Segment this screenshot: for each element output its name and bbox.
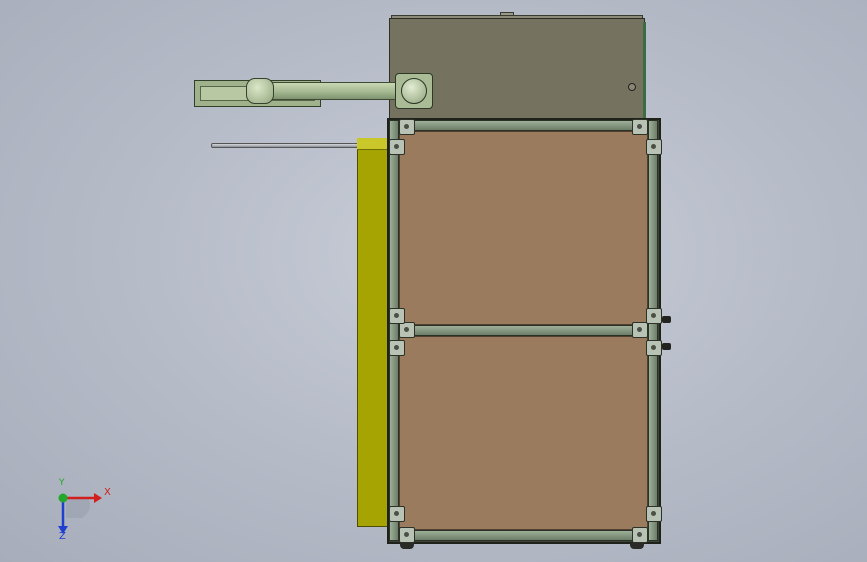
corner-bracket bbox=[646, 308, 662, 324]
cabinet-hole bbox=[628, 83, 636, 91]
axis-x-label: X bbox=[104, 487, 111, 498]
axis-z-label: Z bbox=[59, 531, 66, 542]
corner-bracket bbox=[399, 527, 415, 543]
frame-rail-left bbox=[389, 120, 399, 541]
corner-bracket bbox=[389, 340, 405, 356]
model-viewport[interactable] bbox=[0, 0, 867, 562]
side-knob bbox=[662, 343, 671, 350]
corner-bracket bbox=[632, 527, 648, 543]
side-knob bbox=[662, 316, 671, 323]
coordinate-triad: X Y Z bbox=[48, 478, 118, 544]
corner-bracket bbox=[646, 506, 662, 522]
corner-bracket bbox=[632, 119, 648, 135]
corner-bracket bbox=[646, 139, 662, 155]
cabinet-edge bbox=[643, 22, 646, 118]
panel-lower bbox=[399, 336, 648, 530]
arm-tube bbox=[262, 82, 402, 100]
caster-foot bbox=[630, 543, 644, 549]
corner-bracket bbox=[632, 322, 648, 338]
axis-y-label: Y bbox=[59, 478, 65, 488]
corner-bracket bbox=[646, 340, 662, 356]
side-panel-top bbox=[357, 138, 388, 150]
frame-rail-bottom bbox=[390, 530, 658, 541]
guide-rod bbox=[211, 143, 361, 148]
corner-bracket bbox=[389, 139, 405, 155]
arm-joint bbox=[246, 78, 274, 104]
panel-upper bbox=[399, 131, 648, 325]
corner-bracket bbox=[399, 322, 415, 338]
frame-rail-top bbox=[390, 120, 658, 131]
caster-foot bbox=[400, 543, 414, 549]
frame-rail-middle bbox=[390, 325, 658, 336]
side-panel bbox=[357, 138, 388, 527]
arm-mount-ring bbox=[401, 78, 427, 104]
corner-bracket bbox=[389, 506, 405, 522]
frame-rail-right bbox=[648, 120, 658, 541]
corner-bracket bbox=[399, 119, 415, 135]
corner-bracket bbox=[389, 308, 405, 324]
